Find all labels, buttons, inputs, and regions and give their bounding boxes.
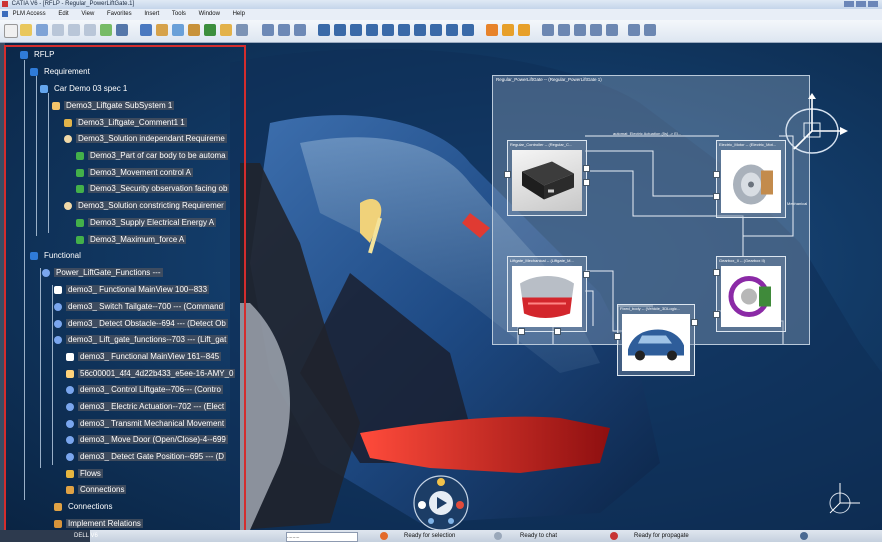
status-chat: Ready to chat [520, 533, 558, 539]
propagate-status-icon [610, 532, 618, 540]
selection-wheel[interactable] [413, 475, 469, 530]
swap-space-icon[interactable] [462, 24, 474, 36]
lock-icon[interactable] [590, 24, 602, 36]
layout-icon[interactable] [278, 24, 290, 36]
block-fixed-body[interactable]: Fixed_body -- (Vehicle_3DLogic... [614, 304, 698, 376]
tree-icon[interactable] [236, 24, 248, 36]
status-left: DELL V6 [0, 530, 98, 542]
rotate-icon[interactable] [350, 24, 362, 36]
app-menu-icon[interactable] [2, 11, 8, 17]
controller-box-image [512, 150, 582, 211]
command-input[interactable]: ......... [286, 532, 358, 542]
pan-view-icon[interactable] [334, 24, 346, 36]
pan-icon[interactable] [172, 24, 184, 36]
menu-bar: PLM Access Edit View Favorites Insert To… [0, 9, 882, 20]
block-controller[interactable]: Regular_Controller -- (Regular_C... [504, 140, 590, 216]
paste-icon[interactable] [84, 24, 96, 36]
title-bar: CATIA V6 - [RFLP - Regular_PowerLiftGate… [0, 0, 882, 9]
edit-icon[interactable] [542, 24, 554, 36]
hide-show-icon[interactable] [446, 24, 458, 36]
status-bar: DELL V6 ......... Ready for selection Re… [0, 530, 882, 542]
menu-view[interactable]: View [81, 11, 94, 17]
grid-icon[interactable] [294, 24, 306, 36]
chat-status-icon [494, 532, 502, 540]
menu-window[interactable]: Window [199, 11, 220, 17]
sketch-icon[interactable] [204, 24, 216, 36]
compass-icon[interactable] [780, 93, 850, 163]
open-folder-icon[interactable] [20, 24, 32, 36]
align-icon[interactable] [262, 24, 274, 36]
menu-insert[interactable]: Insert [144, 11, 159, 17]
close-button[interactable] [868, 1, 878, 7]
propagate-icon[interactable] [518, 24, 530, 36]
status-selection: Ready for selection [404, 533, 456, 539]
zoom-out-icon[interactable] [382, 24, 394, 36]
table-icon[interactable] [644, 24, 656, 36]
block-liftgate-mechanical[interactable]: Liftgate_Mechanical -- (Liftgate_M... [507, 256, 590, 335]
logical-diagram-panel[interactable]: Regular_PowerLiftGate -- (Regular_PowerL… [492, 75, 810, 376]
gearbox-image [721, 266, 781, 327]
side-label: Mechanical [787, 201, 808, 206]
properties-icon[interactable] [558, 24, 570, 36]
block-gearbox[interactable]: Gearbox_II -- (Gearbox II) [713, 256, 786, 332]
copy-icon[interactable] [68, 24, 80, 36]
zoom-in-icon[interactable] [366, 24, 378, 36]
fit-all-icon[interactable] [318, 24, 330, 36]
menu-tools[interactable]: Tools [172, 11, 186, 17]
catia-logo-icon [2, 1, 8, 7]
measure-icon[interactable] [188, 24, 200, 36]
normal-view-icon[interactable] [398, 24, 410, 36]
3d-viewport[interactable]: RFLP Requirement Car Demo 03 spec 1 Demo… [0, 43, 882, 530]
attributes-icon[interactable] [606, 24, 618, 36]
formula-icon[interactable] [156, 24, 168, 36]
redo-icon[interactable] [116, 24, 128, 36]
restore-button[interactable] [856, 1, 866, 7]
menu-edit[interactable]: Edit [58, 11, 68, 17]
connection-label: automat_Electric Actuation (5s) -> El... [613, 131, 682, 136]
toolbar [0, 20, 882, 43]
tray-icon[interactable] [800, 532, 808, 540]
save-icon[interactable] [36, 24, 48, 36]
new-document-icon[interactable] [4, 24, 18, 38]
network-icon[interactable] [502, 24, 514, 36]
analysis-icon[interactable] [628, 24, 640, 36]
electric-motor-image [721, 150, 781, 213]
block-electric-motor[interactable]: Electric_Motor -- (Electric_Mot... [713, 140, 786, 218]
minimize-button[interactable] [844, 1, 854, 7]
cut-icon[interactable] [52, 24, 64, 36]
undo-icon[interactable] [100, 24, 112, 36]
car-body-image [622, 314, 690, 371]
menu-favorites[interactable]: Favorites [107, 11, 132, 17]
liftgate-panel-image [512, 266, 582, 327]
highlight-box [4, 45, 246, 530]
status-propagate: Ready for propagate [634, 533, 689, 539]
shading-icon[interactable] [430, 24, 442, 36]
select-icon[interactable] [140, 24, 152, 36]
window-title: CATIA V6 - [RFLP - Regular_PowerLiftGate… [11, 1, 135, 7]
iso-view-icon[interactable] [414, 24, 426, 36]
link-icon[interactable] [220, 24, 232, 36]
selection-status-icon [380, 532, 388, 540]
search-icon[interactable] [486, 24, 498, 36]
menu-plm-access[interactable]: PLM Access [13, 11, 46, 17]
filter-icon[interactable] [574, 24, 586, 36]
menu-help[interactable]: Help [233, 11, 245, 17]
